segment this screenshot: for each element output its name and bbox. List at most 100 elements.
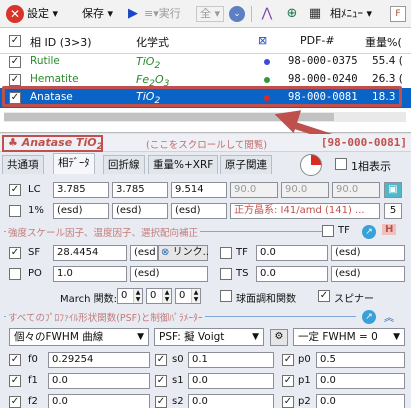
pin-icon[interactable]: ↗ bbox=[362, 310, 376, 324]
f2-label: f2 bbox=[28, 396, 38, 407]
s2-label: s2 bbox=[172, 396, 184, 407]
ts-esd-field[interactable]: (esd) bbox=[331, 266, 405, 282]
phase-detail-pane: ♣ Anatase TiO2 (ここをスクロールして閲覧) [98-000-00… bbox=[0, 134, 411, 408]
tab-atoms[interactable]: 原子関連 bbox=[220, 155, 272, 174]
p2-field[interactable]: 0.0 bbox=[316, 394, 405, 408]
tab-weight-xrf[interactable]: 重量%+XRF bbox=[148, 155, 219, 174]
po-field[interactable]: 1.0 bbox=[53, 266, 127, 282]
collapse-icon[interactable]: ︽ bbox=[384, 309, 394, 324]
toolbar-separator bbox=[251, 6, 252, 22]
add-circle-icon[interactable]: ⊕ bbox=[283, 5, 301, 23]
esd-b-field[interactable]: (esd) bbox=[112, 203, 168, 219]
tab-phase-data[interactable]: 相ﾃﾞｰﾀ bbox=[53, 153, 95, 174]
pct-checkbox[interactable] bbox=[9, 205, 21, 217]
march-spinner-1[interactable]: 0 ▲ ▼ bbox=[117, 288, 143, 304]
space-group-number[interactable]: 5 bbox=[384, 203, 402, 219]
color-col-icon[interactable]: ⊠ bbox=[258, 34, 267, 47]
s1-field[interactable]: 0.0 bbox=[188, 373, 274, 389]
spherical-harmonics-checkbox[interactable] bbox=[220, 290, 232, 302]
ts-field[interactable]: 0.0 bbox=[256, 266, 328, 282]
tf-checkbox[interactable] bbox=[220, 247, 232, 259]
col-weight[interactable]: 重量%( bbox=[365, 34, 402, 50]
beta-field[interactable]: 90.0 bbox=[281, 182, 329, 198]
po-esd-field[interactable]: (esd) bbox=[130, 266, 208, 282]
s2-checkbox[interactable]: ✓ bbox=[155, 396, 167, 408]
po-checkbox[interactable] bbox=[9, 268, 21, 280]
p1-checkbox[interactable]: ✓ bbox=[282, 375, 294, 387]
f2-field[interactable]: 0.0 bbox=[48, 394, 150, 408]
col-formula[interactable]: 化学式 bbox=[136, 34, 169, 50]
s0-checkbox[interactable]: ✓ bbox=[155, 354, 167, 366]
lattice-c-field[interactable]: 9.514 bbox=[171, 182, 227, 198]
alpha-field[interactable]: 90.0 bbox=[230, 182, 278, 198]
phase-row-rutile[interactable]: ✓ Rutile TiO2 98-000-0375 55.4 ( bbox=[0, 53, 411, 71]
col-pdf[interactable]: PDF-# bbox=[300, 34, 335, 47]
f0-label: f0 bbox=[28, 354, 38, 365]
select-all-checkbox[interactable]: ✓ bbox=[9, 35, 21, 47]
march-value-1: 0 bbox=[121, 290, 128, 301]
sf-esd-field[interactable]: (esd bbox=[130, 245, 158, 261]
lattice-a-field[interactable]: 3.785 bbox=[53, 182, 109, 198]
close-icon[interactable]: ✕ bbox=[6, 5, 24, 23]
all-dropdown[interactable]: 全 ▾ bbox=[196, 6, 225, 22]
p0-checkbox[interactable]: ✓ bbox=[282, 354, 294, 366]
formula-sub: 2 bbox=[154, 60, 161, 72]
row-checkbox[interactable]: ✓ bbox=[9, 74, 21, 86]
tab-common[interactable]: 共通項 bbox=[2, 155, 44, 174]
p1-field[interactable]: 0.0 bbox=[316, 373, 405, 389]
f1-checkbox[interactable]: ✓ bbox=[9, 375, 21, 387]
f0-field[interactable]: 0.29254 bbox=[48, 352, 150, 368]
pin-icon[interactable]: ↗ bbox=[362, 225, 376, 239]
spinner-arrows-icon[interactable]: ▲ ▼ bbox=[191, 289, 200, 303]
run-menu[interactable]: ≡▾実行 bbox=[144, 4, 181, 24]
phase-color-dot bbox=[264, 59, 270, 65]
tab-diffraction[interactable]: 回折線 bbox=[103, 155, 145, 174]
tf-toggle-checkbox[interactable] bbox=[322, 225, 334, 237]
s2-field[interactable]: 0.0 bbox=[188, 394, 274, 408]
settings-icon[interactable]: ⚙ bbox=[270, 329, 288, 346]
one-phase-checkbox[interactable] bbox=[335, 158, 347, 170]
pie-chart-icon[interactable] bbox=[300, 154, 322, 176]
tf-esd-field[interactable]: (esd) bbox=[331, 245, 405, 261]
p2-checkbox[interactable]: ✓ bbox=[282, 396, 294, 408]
fwhm-const-dropdown[interactable]: 一定 FWHM = 0 ▼ bbox=[293, 328, 405, 346]
spinner-arrows-icon[interactable]: ▲ ▼ bbox=[162, 289, 171, 303]
esd-c-field[interactable]: (esd) bbox=[171, 203, 227, 219]
grid-icon[interactable]: ▦ bbox=[306, 5, 324, 23]
space-group-field[interactable]: 正方晶系: I41/amd (141) ... bbox=[230, 203, 380, 219]
lc-checkbox[interactable]: ✓ bbox=[9, 184, 21, 196]
lattice-tool-icon[interactable]: ▣ bbox=[384, 182, 402, 198]
f2-checkbox[interactable]: ✓ bbox=[9, 396, 21, 408]
chevron-down-icon[interactable]: ⌄ bbox=[229, 6, 245, 22]
tf-field[interactable]: 0.0 bbox=[256, 245, 328, 261]
phase-formula: TiO2 bbox=[136, 55, 160, 71]
spinner-checkbox[interactable]: ✓ bbox=[318, 290, 330, 302]
row-checkbox[interactable]: ✓ bbox=[9, 56, 21, 68]
f0-checkbox[interactable]: ✓ bbox=[9, 354, 21, 366]
spinner-arrows-icon[interactable]: ▲ ▼ bbox=[133, 289, 142, 303]
chevron-down-icon: ▼ bbox=[393, 332, 400, 342]
psf-dropdown[interactable]: PSF: 擬 Voigt ▼ bbox=[154, 328, 264, 346]
document-icon[interactable]: F bbox=[390, 6, 406, 22]
march-spinner-3[interactable]: 0 ▲ ▼ bbox=[175, 288, 201, 304]
peak-chart-icon[interactable]: ⋀ bbox=[258, 5, 276, 23]
f1-field[interactable]: 0.0 bbox=[48, 373, 150, 389]
s0-field[interactable]: 0.1 bbox=[188, 352, 274, 368]
save-menu[interactable]: 保存 ▾ bbox=[82, 4, 113, 24]
sf-field[interactable]: 28.4454 bbox=[53, 245, 127, 261]
gamma-field[interactable]: 90.0 bbox=[332, 182, 380, 198]
ts-checkbox[interactable] bbox=[220, 268, 232, 280]
link-button[interactable]: ⊗ リンク.. bbox=[158, 245, 209, 261]
sf-checkbox[interactable]: ✓ bbox=[9, 247, 21, 259]
col-phase-id[interactable]: 相 ID (3>3) bbox=[30, 34, 92, 50]
settings-menu[interactable]: 設定 ▾ bbox=[27, 4, 58, 24]
phase-menu[interactable]: 相ﾒﾆｭｰ ▾ bbox=[330, 4, 372, 24]
lattice-b-field[interactable]: 3.785 bbox=[112, 182, 168, 198]
s1-checkbox[interactable]: ✓ bbox=[155, 375, 167, 387]
play-icon[interactable]: ▶ bbox=[124, 5, 142, 23]
p0-field[interactable]: 0.5 bbox=[316, 352, 405, 368]
h-badge[interactable]: H bbox=[382, 224, 397, 235]
esd-a-field[interactable]: (esd) bbox=[53, 203, 109, 219]
fwhm-curve-dropdown[interactable]: 個々のFWHM 曲線 ▼ bbox=[9, 328, 149, 346]
march-spinner-2[interactable]: 0 ▲ ▼ bbox=[146, 288, 172, 304]
